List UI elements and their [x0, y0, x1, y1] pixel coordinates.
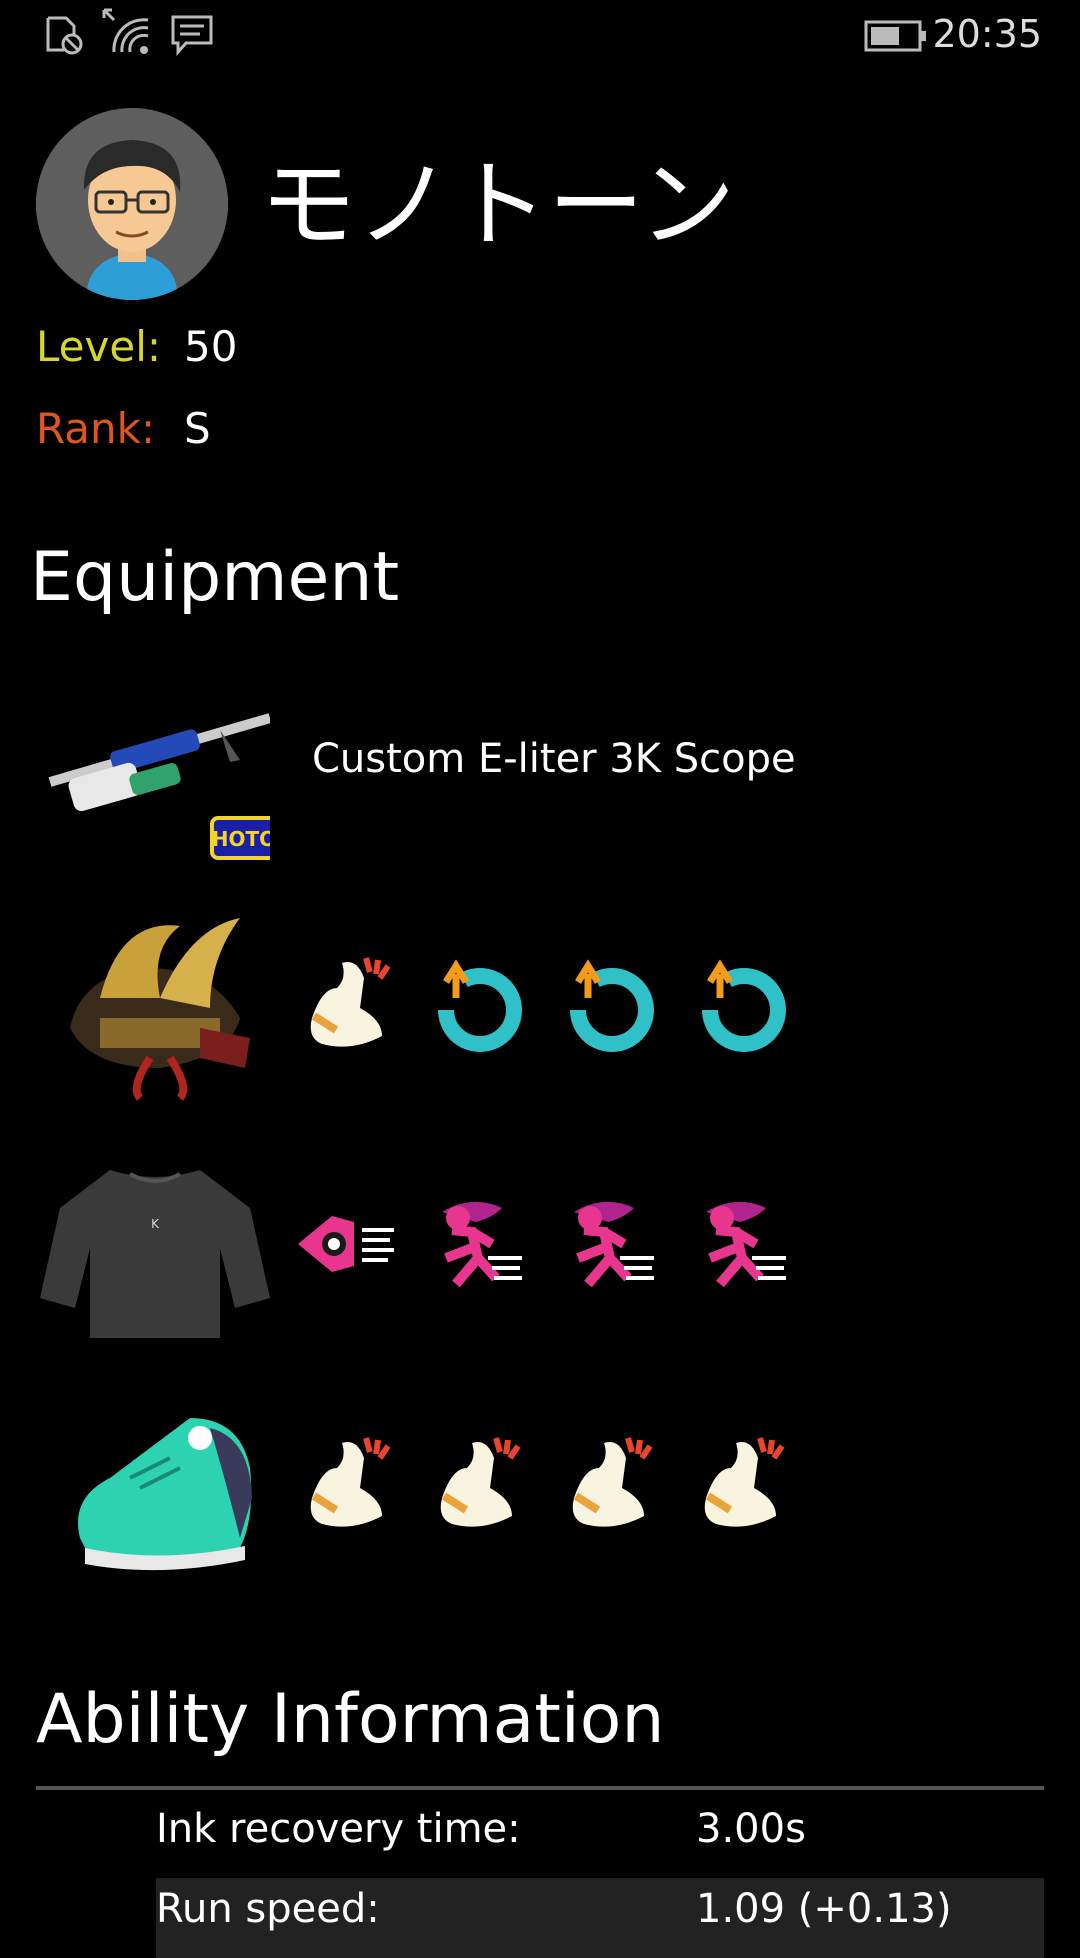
clothing-image: K [40, 1170, 270, 1338]
shoes-image [78, 1418, 252, 1571]
shoes-row[interactable] [30, 1388, 1050, 1588]
run-speed-up-icon [706, 1201, 786, 1288]
run-speed-value: 1.09 (+0.13) [696, 1886, 952, 1932]
rank-label: Rank: [36, 404, 156, 453]
svg-text:K: K [151, 1217, 160, 1231]
level-value: 50 [184, 322, 238, 371]
run-speed-up-icon [574, 1201, 654, 1288]
damage-up-icon [572, 1437, 653, 1527]
avatar [36, 108, 228, 300]
clock: 20:35 [932, 12, 1042, 56]
damage-up-icon [310, 957, 391, 1047]
info-row: Ink recovery time: 3.00s [156, 1798, 1044, 1878]
swim-speed-up-icon [298, 1216, 394, 1272]
headgear-image [70, 918, 250, 1101]
brand-badge: HOTO [212, 827, 270, 851]
ink-recovery-up-icon [437, 959, 522, 1052]
player-name: モノトーン [260, 149, 736, 261]
ink-recovery-label: Ink recovery time: [156, 1806, 521, 1852]
rotation-lock-icon [46, 16, 83, 55]
message-icon [171, 15, 213, 56]
weapon-name: Custom E-liter 3K Scope [312, 736, 796, 782]
weapon-image: HOTO [48, 713, 270, 860]
ink-recovery-value: 3.00s [696, 1806, 806, 1852]
level-label: Level: [36, 322, 162, 371]
wifi-icon [102, 8, 149, 54]
weapon-row[interactable]: HOTO Custom E-liter 3K Scope [30, 690, 1050, 890]
run-speed-label: Run speed: [156, 1886, 380, 1932]
damage-up-icon [440, 1437, 521, 1527]
clothing-row[interactable]: K [30, 1148, 1050, 1348]
ink-recovery-up-icon [701, 959, 786, 1052]
divider [36, 1786, 1044, 1790]
info-row: Run speed: 1.09 (+0.13) [156, 1878, 1044, 1958]
ink-recovery-up-icon [569, 959, 654, 1052]
damage-up-icon [704, 1437, 785, 1527]
headgear-row[interactable] [30, 908, 1050, 1108]
status-bar: 20:35 [0, 0, 1080, 72]
damage-up-icon [310, 1437, 391, 1527]
battery-icon [864, 20, 926, 52]
ability-info-title: Ability Information [36, 1680, 665, 1759]
equipment-title: Equipment [30, 538, 400, 617]
run-speed-up-icon [442, 1201, 522, 1288]
rank-value: S [184, 404, 211, 453]
